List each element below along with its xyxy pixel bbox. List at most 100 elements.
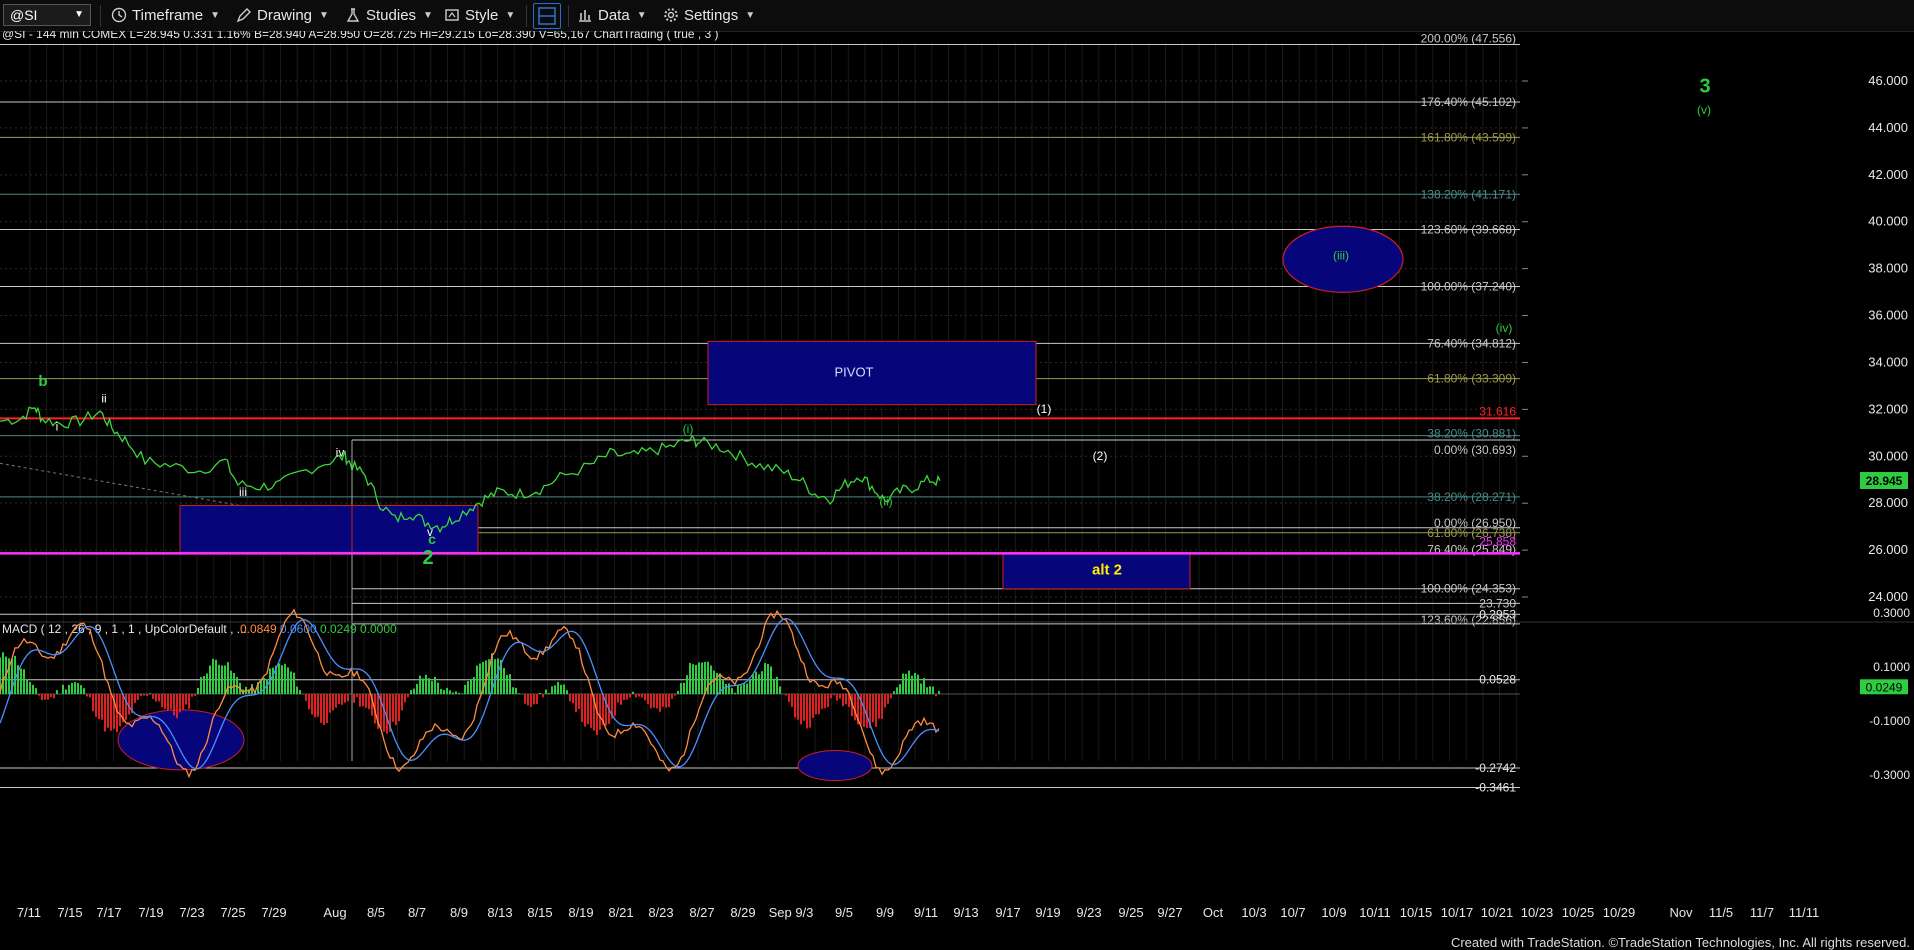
fib-level-label: 31.616 xyxy=(1479,404,1516,418)
pivot-label: PIVOT xyxy=(834,365,873,380)
drawing-label: Drawing xyxy=(257,6,313,24)
date-axis-label: Sep 9/3 xyxy=(769,905,814,920)
fib-level-label: 161.80% (43.599) xyxy=(1421,130,1516,144)
date-axis-label: 8/15 xyxy=(527,905,552,920)
date-axis-label: 7/25 xyxy=(220,905,245,920)
price-axis-label: 38.000 xyxy=(1868,261,1908,276)
date-axis-label: 10/11 xyxy=(1359,905,1391,920)
bar-chart-icon xyxy=(579,10,591,22)
date-axis-label: 10/29 xyxy=(1603,905,1636,920)
data-label: Data xyxy=(598,6,630,24)
wave-label: (2) xyxy=(1093,449,1108,463)
date-axis-label: 8/19 xyxy=(568,905,593,920)
date-axis-label: 8/29 xyxy=(730,905,755,920)
timeframe-button[interactable]: Timeframe ▼ xyxy=(111,3,220,27)
wave-label: 2 xyxy=(422,547,433,569)
chevron-down-icon: ▼ xyxy=(505,9,516,21)
date-axis-label: 8/23 xyxy=(648,905,673,920)
fib-level-label: 200.00% (47.556) xyxy=(1421,32,1516,46)
studies-label: Studies xyxy=(366,6,417,24)
fib-level-label: 61.80% (33.309) xyxy=(1427,372,1516,386)
macd-level-label: 0.2953 xyxy=(1479,607,1516,621)
date-axis-label: 10/21 xyxy=(1481,905,1514,920)
date-axis-label: 11/7 xyxy=(1750,905,1774,920)
price-axis-label: 28.000 xyxy=(1868,495,1908,510)
data-button[interactable]: Data ▼ xyxy=(577,3,647,27)
date-axis-label: 9/5 xyxy=(835,905,853,920)
macd-ellipse xyxy=(797,750,873,782)
alt2-label: alt 2 xyxy=(1092,562,1122,579)
date-axis-label: 9/23 xyxy=(1076,905,1101,920)
fib-level-label: 123.60% (39.668) xyxy=(1421,223,1516,237)
support-box xyxy=(351,505,479,553)
date-axis-label: 7/29 xyxy=(261,905,286,920)
fib-level-label: 138.20% (41.171) xyxy=(1421,187,1516,201)
timeframe-label: Timeframe xyxy=(132,6,204,24)
settings-button[interactable]: Settings ▼ xyxy=(663,3,755,27)
date-axis-label: 8/13 xyxy=(487,905,512,920)
wave-label: iv xyxy=(336,445,345,459)
macd-header: MACD ( 12 , 26 , 9 , 1 , 1 , UpColorDefa… xyxy=(2,622,247,636)
wave-label: c xyxy=(428,531,436,547)
wave-label: (i) xyxy=(683,422,694,436)
macd-value: 0.0849 xyxy=(240,622,277,636)
studies-button[interactable]: Studies ▼ xyxy=(345,3,433,27)
last-price-label: 28.945 xyxy=(1866,474,1903,488)
macd-panel: MACD ( 12 , 26 , 9 , 1 , 1 , UpColorDefa… xyxy=(0,606,1914,794)
date-axis-label: 8/21 xyxy=(608,905,633,920)
date-axis-label: 7/11 xyxy=(17,905,41,920)
fib-level-label: 100.00% (37.240) xyxy=(1421,279,1516,293)
support-box xyxy=(179,505,353,553)
wave-label: (1) xyxy=(1037,402,1052,416)
macd-axis-label: -0.1000 xyxy=(1869,714,1910,728)
pencil-icon xyxy=(236,8,251,23)
macd-value: 0.0249 xyxy=(320,622,357,636)
price-axis-label: 36.000 xyxy=(1868,308,1908,323)
date-axis-label: 10/7 xyxy=(1280,905,1305,920)
date-axis-label: Oct xyxy=(1203,905,1224,920)
macd-last-label: 0.0249 xyxy=(1866,680,1903,694)
date-axis: 7/11 7/15 7/17 7/19 7/23 7/25 7/29 Aug 8/5 8/7 8/9… xyxy=(17,905,1819,920)
toolbar-divider xyxy=(100,5,101,27)
date-axis-label: 7/17 xyxy=(96,905,121,920)
layout-icon xyxy=(538,7,556,25)
layout-button[interactable] xyxy=(533,3,561,29)
date-axis-label: 8/9 xyxy=(450,905,468,920)
macd-level-label: 0.0528 xyxy=(1479,673,1516,687)
clock-icon xyxy=(111,7,127,23)
date-axis-label: 9/17 xyxy=(995,905,1020,920)
price-chart[interactable]: 200.00% (47.556) 176.40% (45.102) 161.80% … xyxy=(0,31,1914,950)
price-axis-label: 24.000 xyxy=(1868,589,1908,604)
symbol-header: @SI - 144 min COMEX L=28.945 0.331 1.16%… xyxy=(2,31,719,41)
date-axis-label: 9/11 xyxy=(914,905,938,920)
drawing-button[interactable]: Drawing ▼ xyxy=(236,3,329,27)
fib-level-label: 38.20% (28.271) xyxy=(1427,490,1516,504)
settings-label: Settings xyxy=(684,6,739,24)
date-axis-label: 7/15 xyxy=(57,905,82,920)
chevron-down-icon: ▼ xyxy=(319,9,329,21)
copyright-footer: Created with TradeStation. ©TradeStation… xyxy=(1450,935,1910,950)
symbol-input[interactable]: @SI ▼ xyxy=(3,4,91,26)
date-axis-label: 10/3 xyxy=(1241,905,1266,920)
date-axis-label: 10/17 xyxy=(1441,905,1474,920)
fib-level-label: 38.20% (30.881) xyxy=(1427,427,1516,441)
symbol-text: @SI xyxy=(10,7,38,23)
toolbar: @SI ▼ Timeframe ▼ Drawing ▼ Studies ▼ St… xyxy=(0,0,1914,32)
chevron-down-icon: ▼ xyxy=(74,9,84,20)
wave-label: (iv) xyxy=(1496,321,1513,335)
chevron-down-icon: ▼ xyxy=(210,9,221,21)
wave-label: (iii) xyxy=(1333,248,1349,262)
price-axis-label: 30.000 xyxy=(1868,448,1908,463)
wave-label: iii xyxy=(239,485,247,499)
style-button[interactable]: Style ▼ xyxy=(444,3,515,27)
date-axis-label: 8/5 xyxy=(367,905,385,920)
wave-label: (ii) xyxy=(879,495,892,509)
price-axis-label: 40.000 xyxy=(1868,214,1908,229)
wave-label: ii xyxy=(101,391,106,405)
date-axis-label: 11/11 xyxy=(1789,905,1820,920)
macd-level-label: -0.3461 xyxy=(1475,780,1516,794)
date-axis-label: 9/9 xyxy=(876,905,894,920)
date-axis-label: 11/5 xyxy=(1709,905,1733,920)
toolbar-divider xyxy=(526,5,527,27)
macd-axis-label: -0.3000 xyxy=(1869,768,1910,782)
